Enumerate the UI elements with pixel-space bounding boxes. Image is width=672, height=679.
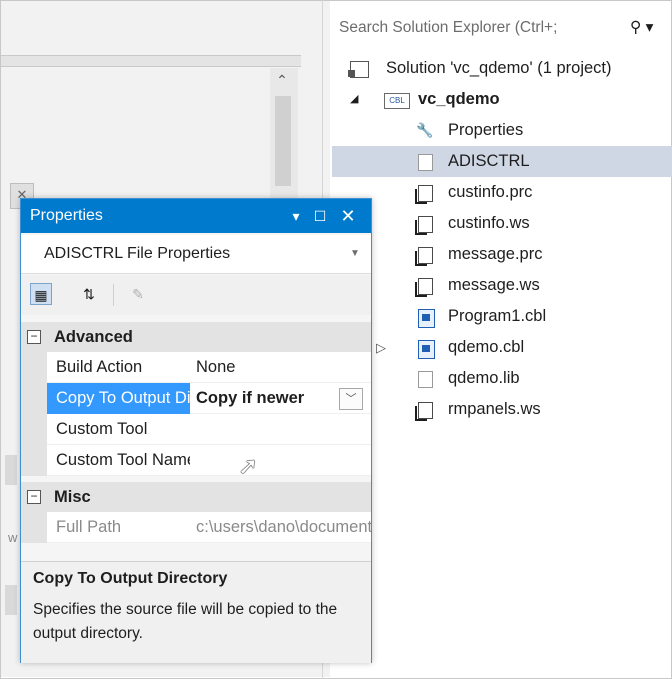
tree-item-label: rmpanels.ws (448, 400, 541, 418)
chevron-down-icon[interactable]: ﹀ (339, 388, 363, 410)
editor-toolbar-strip (1, 55, 301, 67)
scrollbar-thumb[interactable] (275, 96, 291, 186)
object-selector-value: ADISCTRL File Properties (44, 245, 231, 262)
tree-item-custinfo-ws[interactable]: custinfo.ws (332, 208, 672, 239)
property-value[interactable] (196, 414, 371, 445)
properties-title-bar[interactable]: Properties ▾ ☐ ✕ (21, 199, 371, 233)
category-advanced[interactable]: − Advanced (21, 322, 371, 352)
property-name: Copy To Output Directory (47, 383, 190, 414)
description-text: Specifies the source file will be copied… (33, 601, 338, 642)
copy-file-icon (415, 278, 433, 297)
tree-item-solution[interactable]: Solution 'vc_qdemo' (1 project) (348, 53, 672, 84)
search-icon[interactable]: ⚲ ▾ (630, 8, 653, 48)
tree-item-rmpanels-ws[interactable]: rmpanels.ws (332, 394, 672, 425)
property-name: Build Action (56, 358, 143, 376)
collapse-icon[interactable]: − (27, 330, 41, 344)
properties-title: Properties (30, 207, 103, 224)
tree-item-qdemo-lib[interactable]: qdemo.lib (332, 363, 672, 394)
solution-explorer-search[interactable]: Search Solution Explorer (Ctrl+; ⚲ ▾ (330, 8, 672, 48)
description-pane: Copy To Output Directory Specifies the s… (21, 561, 371, 663)
file-icon (418, 154, 433, 171)
expand-caret-icon[interactable]: ▷ (376, 332, 386, 363)
tree-item-label: qdemo.cbl (448, 338, 525, 356)
alphabetical-sort-icon[interactable]: ⇅ (78, 283, 100, 305)
wrench-icon: 🔧 (416, 122, 434, 138)
tree-item-label: Program1.cbl (448, 307, 547, 325)
properties-window: Properties ▾ ☐ ✕ ADISCTRL File Propertie… (20, 198, 372, 663)
mouse-cursor-icon: ➚ (238, 453, 259, 480)
chevron-up-icon[interactable]: ⌃ (272, 72, 292, 88)
tree-item-label: message.prc (448, 245, 543, 263)
copy-file-icon (415, 185, 433, 204)
tree-item-label: Properties (448, 121, 524, 139)
tree-item-program1-cbl[interactable]: Program1.cbl (332, 301, 672, 332)
toolbar-separator (113, 284, 114, 306)
property-pages-icon[interactable]: ✎ (127, 283, 149, 305)
tree-item-label: vc_qdemo (418, 90, 500, 108)
cobol-file-icon (418, 309, 435, 328)
tree-item-qdemo-cbl[interactable]: ▷ qdemo.cbl (332, 332, 672, 363)
tree-item-label: custinfo.ws (448, 214, 530, 232)
property-row-custom-tool-namespace[interactable]: Custom Tool Namespace (21, 445, 371, 476)
close-icon[interactable]: ✕ (337, 199, 359, 233)
chevron-down-icon[interactable]: ▼ (350, 235, 360, 273)
property-row-full-path[interactable]: Full Path c:\users\dano\documents (21, 512, 371, 543)
copy-file-icon (415, 402, 433, 421)
tree-item-label: qdemo.lib (448, 369, 520, 387)
maximize-icon[interactable]: ☐ (309, 199, 331, 233)
property-name: Custom Tool (56, 420, 148, 438)
cobol-file-icon (418, 340, 435, 359)
property-row-copy-to-output[interactable]: Copy To Output Directory Copy if newer ﹀ (21, 383, 371, 414)
object-selector[interactable]: ADISCTRL File Properties ▼ (21, 235, 371, 274)
solution-icon (348, 61, 369, 78)
property-name: Custom Tool Namespace (56, 451, 190, 469)
search-placeholder: Search Solution Explorer (Ctrl+; (339, 19, 558, 36)
tree-item-message-prc[interactable]: message.prc (332, 239, 672, 270)
collapse-icon[interactable]: − (27, 490, 41, 504)
tree-item-label: ADISCTRL (448, 152, 530, 170)
tree-item-properties[interactable]: 🔧 Properties (332, 115, 672, 146)
editor-edge-block (5, 455, 17, 485)
property-value[interactable] (196, 445, 371, 476)
property-value[interactable]: c:\users\dano\documents (196, 512, 371, 543)
cobol-project-icon: CBL (384, 93, 410, 109)
tree-item-label: custinfo.prc (448, 183, 533, 201)
property-row-build-action[interactable]: Build Action None (21, 352, 371, 383)
categorized-icon[interactable]: ▦ (30, 283, 52, 305)
description-title: Copy To Output Directory (33, 570, 228, 587)
property-value[interactable]: None (196, 352, 371, 383)
tree-item-label: Solution 'vc_qdemo' (1 project) (386, 59, 612, 77)
property-name: Full Path (56, 518, 122, 536)
properties-toolbar: ▦ ⇅ ✎ (21, 275, 371, 315)
tree-item-project[interactable]: ◢ CBL vc_qdemo (348, 84, 672, 115)
tree-item-adisctrl[interactable]: ADISCTRL (332, 146, 672, 177)
expand-caret-icon[interactable]: ◢ (350, 84, 358, 115)
file-icon (418, 371, 433, 388)
tree-item-label: message.ws (448, 276, 540, 294)
editor-edge-block (5, 585, 17, 615)
tree-item-message-ws[interactable]: message.ws (332, 270, 672, 301)
category-misc[interactable]: − Misc (21, 482, 371, 512)
property-row-custom-tool[interactable]: Custom Tool (21, 414, 371, 445)
tree-item-custinfo-prc[interactable]: custinfo.prc (332, 177, 672, 208)
copy-file-icon (415, 216, 433, 235)
editor-edge-text: w (8, 530, 18, 545)
window-position-dropdown-icon[interactable]: ▾ (285, 199, 307, 233)
copy-file-icon (415, 247, 433, 266)
